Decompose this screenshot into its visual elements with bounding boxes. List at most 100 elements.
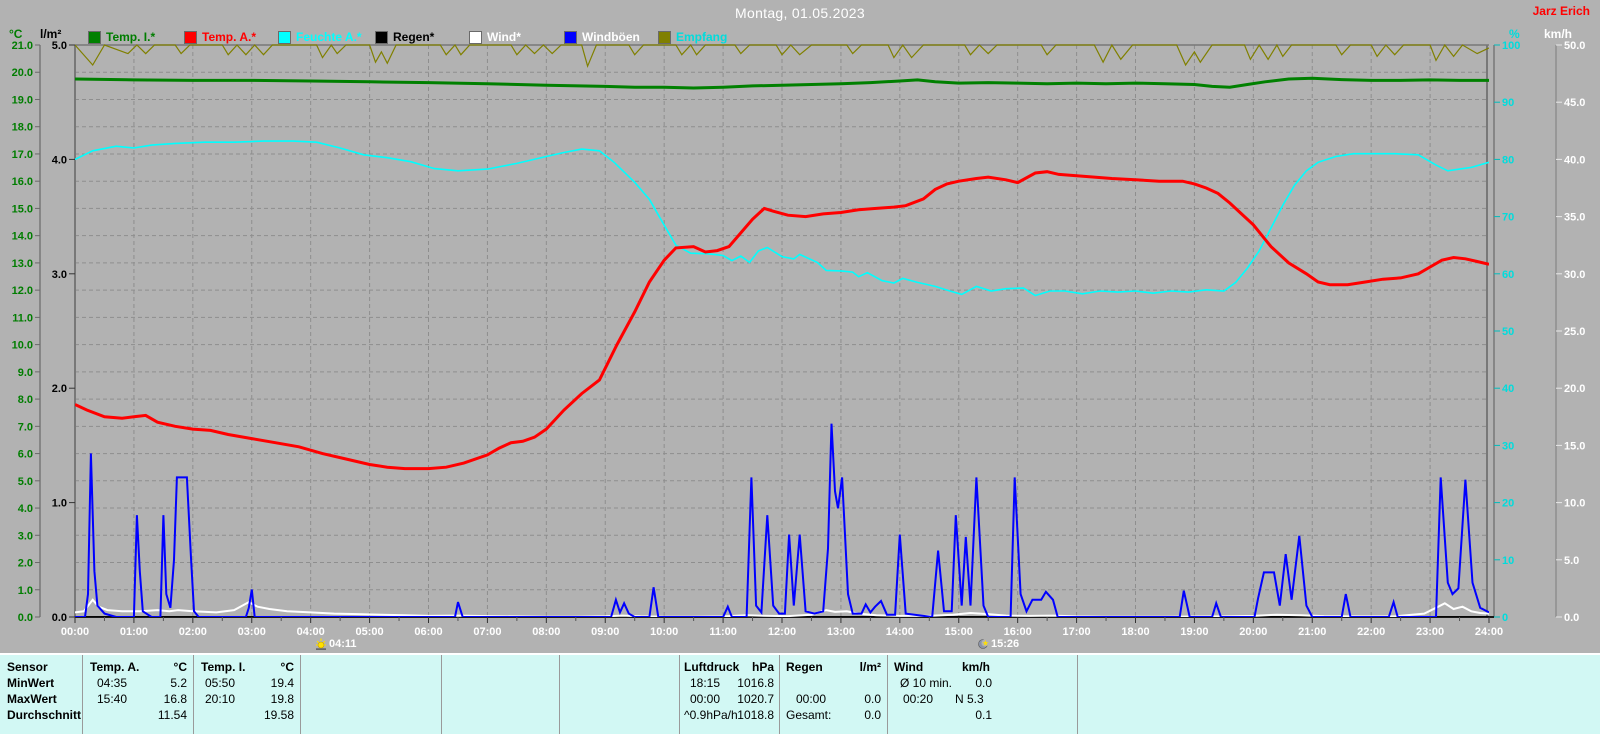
luftdruck-r3-value: 1018.8 (737, 708, 774, 722)
temp-tick-label: 14.0 (12, 231, 33, 243)
temp-tick-label: 0.0 (18, 612, 33, 624)
temp-tick-label: 6.0 (18, 449, 33, 461)
time-tick-label: 00:00 (61, 626, 89, 638)
table-separator (779, 655, 780, 734)
legend-color-swatch (658, 30, 671, 44)
col-wind-name: Wind (894, 660, 924, 674)
table-separator (300, 655, 301, 734)
time-tick-label: 21:00 (1298, 626, 1326, 638)
humidity-tick-label: 90 (1502, 97, 1514, 109)
time-tick-label: 14:00 (886, 626, 914, 638)
col-temp-i-unit: °C (280, 660, 294, 674)
humidity-tick-label: 60 (1502, 269, 1514, 281)
wind-tick-label: 40.0 (1564, 154, 1585, 166)
time-tick-label: 22:00 (1357, 626, 1385, 638)
time-tick-label: 20:00 (1239, 626, 1267, 638)
humidity-tick-label: 40 (1502, 383, 1514, 395)
temp-a-max-value: 16.8 (163, 692, 187, 706)
time-tick-label: 15:00 (945, 626, 973, 638)
temp-i-max-value: 19.8 (270, 692, 294, 706)
summary-table: Sensor MinWert MaxWert Durchschnitt Temp… (0, 653, 1600, 734)
legend-label: Empfang (676, 30, 728, 44)
wind-r3-value: 0.1 (975, 708, 992, 722)
rain-tick-label: 2.0 (52, 383, 67, 395)
legend-color-swatch (375, 30, 388, 44)
humidity-tick-label: 80 (1502, 154, 1514, 166)
temp-tick-label: 12.0 (12, 285, 33, 297)
sunrise-marker: 04:11 (315, 637, 357, 651)
rain-tick-label: 1.0 (52, 498, 67, 510)
legend-color-swatch (564, 30, 577, 44)
time-tick-label: 19:00 (1180, 626, 1208, 638)
chart-legend: Temp. I.* Temp. A.* Feuchte A.* Regen* Wind*… (0, 30, 1600, 46)
legend-item-temp-a-[interactable]: Temp. A.* (184, 30, 256, 44)
temp-tick-label: 4.0 (18, 503, 33, 515)
temp-tick-label: 9.0 (18, 367, 33, 379)
row-label-sensor: Sensor (7, 660, 48, 674)
table-separator (193, 655, 194, 734)
moonrise-icon (978, 639, 989, 649)
temp-tick-label: 7.0 (18, 421, 33, 433)
time-axis-ticks: 00:00 01:00 02:00 03:00 04:00 05:00 06:00 07:00… (61, 617, 1503, 638)
legend-label: Wind* (487, 30, 521, 44)
wind-tick-label: 45.0 (1564, 97, 1585, 109)
regen-gesamt-value: 0.0 (864, 708, 881, 722)
legend-label: Feuchte A.* (296, 30, 362, 44)
table-separator (887, 655, 888, 734)
weather-chart-window: 21.0 20.0 19.0 18.0 17.0 16.0 15.0 14.0 13.0 12.0… (0, 0, 1600, 734)
humidity-tick-label: 70 (1502, 212, 1514, 224)
wind-axis-ticks: 50.045.040.035.030.025.020.015.010.05.00… (1556, 40, 1585, 624)
temp-i-min-value: 19.4 (270, 676, 294, 690)
axis-lines (39, 44, 1557, 618)
col-temp-a-unit: °C (173, 660, 187, 674)
time-tick-label: 05:00 (356, 626, 384, 638)
legend-color-swatch (184, 30, 197, 44)
humidity-tick-label: 0 (1502, 612, 1508, 624)
sunrise-icon (316, 638, 326, 650)
wind-tick-label: 30.0 (1564, 269, 1585, 281)
page-title: Montag, 01.05.2023 (735, 5, 865, 21)
temp-a-min-value: 5.2 (170, 676, 187, 690)
time-tick-label: 13:00 (827, 626, 855, 638)
humidity-tick-label: 30 (1502, 440, 1514, 452)
legend-item-feuchte-a-[interactable]: Feuchte A.* (278, 30, 362, 44)
temp-i-avg-value: 19.58 (263, 708, 294, 722)
legend-item-temp-i-[interactable]: Temp. I.* (88, 30, 155, 44)
moonrise-time: 15:26 (991, 638, 1020, 650)
temp-axis-ticks: 21.020.019.018.017.016.015.014.013.012.0… (12, 40, 40, 624)
temp-tick-label: 17.0 (12, 149, 33, 161)
legend-label: Temp. A.* (202, 30, 257, 44)
wind-tick-label: 10.0 (1564, 498, 1585, 510)
weather-day-chart: 21.020.019.018.017.016.015.014.013.012.0… (12, 40, 1586, 638)
time-tick-label: 02:00 (179, 626, 207, 638)
temp-tick-label: 2.0 (18, 558, 33, 570)
row-label-durchschnitt: Durchschnitt (7, 708, 82, 722)
station-owner-label: Jarz Erich (1532, 4, 1590, 18)
legend-item-wind-[interactable]: Wind* (469, 30, 521, 44)
time-tick-label: 23:00 (1416, 626, 1444, 638)
rain-tick-label: 3.0 (52, 269, 67, 281)
legend-item-regen-[interactable]: Regen* (375, 30, 434, 44)
rain-tick-label: 4.0 (52, 154, 67, 166)
time-tick-label: 08:00 (532, 626, 560, 638)
grid-lines (75, 45, 1489, 617)
table-separator (559, 655, 560, 734)
temp-tick-label: 11.0 (12, 312, 33, 324)
time-tick-label: 18:00 (1121, 626, 1149, 638)
luftdruck-r1-value: 1016.8 (737, 676, 774, 690)
time-tick-label: 06:00 (414, 626, 442, 638)
legend-color-swatch (88, 30, 101, 44)
temp-tick-label: 13.0 (12, 258, 33, 270)
temp-tick-label: 16.0 (12, 176, 33, 188)
legend-item-empfang[interactable]: Empfang (658, 30, 727, 44)
rain-tick-label: 0.0 (52, 612, 67, 624)
rain-axis-ticks: 5.04.03.02.01.00.0 (52, 40, 75, 624)
legend-color-swatch (278, 30, 291, 44)
legend-item-windb-en[interactable]: Windböen (564, 30, 640, 44)
wind-max-value: N 5.3 (955, 692, 984, 706)
wind-tick-label: 20.0 (1564, 383, 1585, 395)
temp-tick-label: 1.0 (18, 585, 33, 597)
legend-label: Temp. I.* (106, 30, 156, 44)
time-tick-label: 10:00 (650, 626, 678, 638)
time-tick-label: 11:00 (709, 626, 737, 638)
